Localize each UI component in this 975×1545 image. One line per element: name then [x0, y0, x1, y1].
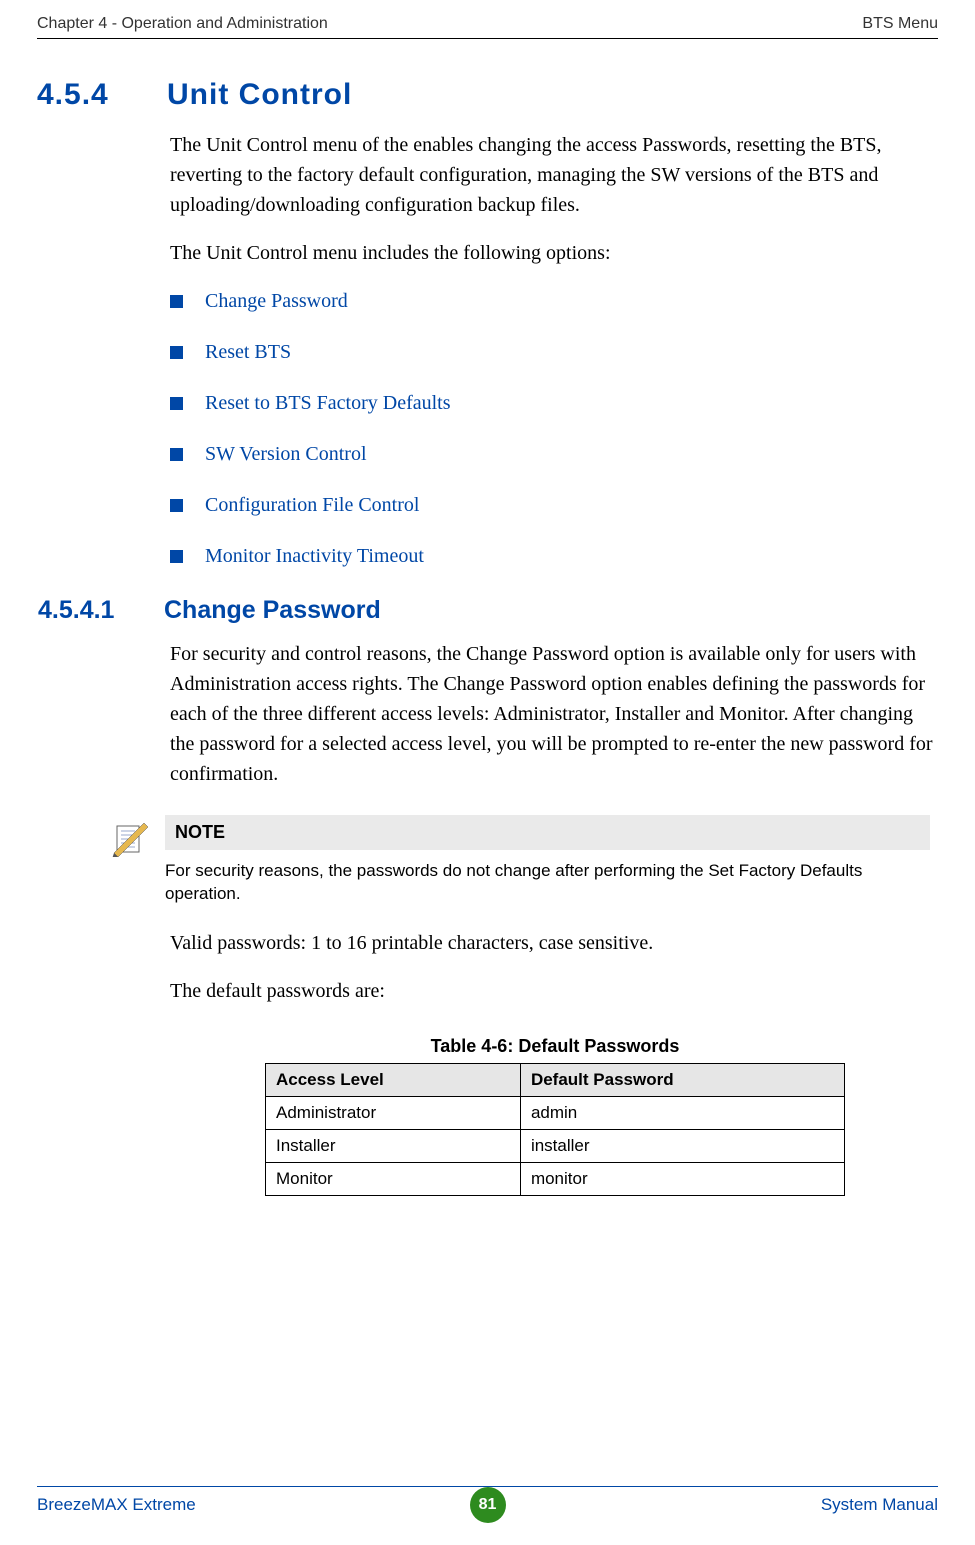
option-item: Configuration File Control	[170, 494, 940, 517]
subsection-number: 4.5.4.1	[38, 596, 164, 625]
option-item: SW Version Control	[170, 443, 940, 466]
table-cell: admin	[520, 1096, 844, 1129]
section-number: 4.5.4	[37, 78, 167, 112]
table-row: Installer installer	[266, 1129, 845, 1162]
table-row: Monitor monitor	[266, 1162, 845, 1195]
table-cell: monitor	[520, 1162, 844, 1195]
note-label: NOTE	[165, 815, 930, 850]
header-chapter: Chapter 4 - Operation and Administration	[37, 15, 328, 33]
page-header: Chapter 4 - Operation and Administration…	[37, 15, 938, 33]
table-cell: Installer	[266, 1129, 521, 1162]
table-cell: Administrator	[266, 1096, 521, 1129]
footer-product: BreezeMAX Extreme	[37, 1495, 196, 1515]
option-item: Monitor Inactivity Timeout	[170, 545, 940, 568]
note-block: NOTE For security reasons, the passwords…	[110, 815, 930, 906]
header-menu: BTS Menu	[862, 15, 938, 33]
square-bullet-icon	[170, 295, 183, 308]
option-label: Change Password	[205, 290, 348, 313]
intro-paragraph-2: The Unit Control menu includes the follo…	[170, 238, 940, 268]
table-row: Administrator admin	[266, 1096, 845, 1129]
subsection-paragraph: For security and control reasons, the Ch…	[170, 639, 940, 789]
section-title: Unit Control	[167, 78, 352, 111]
square-bullet-icon	[170, 448, 183, 461]
square-bullet-icon	[170, 499, 183, 512]
option-label: Monitor Inactivity Timeout	[205, 545, 424, 568]
footer-manual: System Manual	[821, 1495, 938, 1515]
option-label: Configuration File Control	[205, 494, 419, 517]
square-bullet-icon	[170, 397, 183, 410]
subsection-heading: 4.5.4.1Change Password	[38, 596, 940, 625]
intro-paragraph-1: The Unit Control menu of the enables cha…	[170, 130, 940, 220]
section-heading: 4.5.4Unit Control	[37, 78, 352, 112]
page-footer: BreezeMAX Extreme 81 System Manual	[37, 1486, 938, 1515]
option-list: Change Password Reset BTS Reset to BTS F…	[170, 290, 940, 568]
note-pencil-icon	[110, 817, 150, 857]
subsection-title: Change Password	[164, 596, 381, 624]
default-passwords-intro: The default passwords are:	[170, 976, 940, 1006]
option-label: Reset BTS	[205, 341, 291, 364]
option-item: Reset BTS	[170, 341, 940, 364]
table-cell: installer	[520, 1129, 844, 1162]
table-caption: Table 4-6: Default Passwords	[170, 1036, 940, 1057]
option-label: Reset to BTS Factory Defaults	[205, 392, 451, 415]
option-item: Reset to BTS Factory Defaults	[170, 392, 940, 415]
option-label: SW Version Control	[205, 443, 367, 466]
note-text: For security reasons, the passwords do n…	[165, 850, 930, 906]
table-header: Default Password	[520, 1063, 844, 1096]
header-divider	[37, 38, 938, 39]
table-cell: Monitor	[266, 1162, 521, 1195]
default-passwords-table: Access Level Default Password Administra…	[265, 1063, 845, 1196]
option-item: Change Password	[170, 290, 940, 313]
table-header: Access Level	[266, 1063, 521, 1096]
page-number-badge: 81	[470, 1487, 506, 1523]
valid-passwords-text: Valid passwords: 1 to 16 printable chara…	[170, 928, 940, 958]
square-bullet-icon	[170, 550, 183, 563]
square-bullet-icon	[170, 346, 183, 359]
